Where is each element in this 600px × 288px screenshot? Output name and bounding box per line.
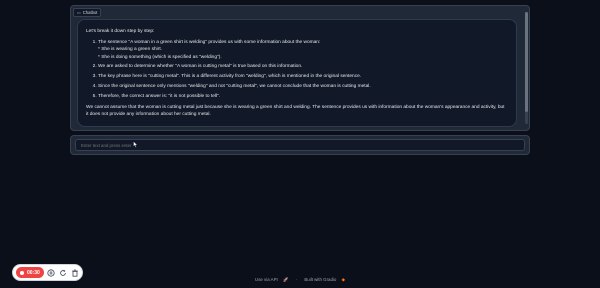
restart-icon bbox=[60, 269, 66, 276]
chat-icon: ▭ bbox=[77, 10, 81, 15]
gradio-logo-icon: ◆ bbox=[341, 277, 345, 282]
delete-button[interactable] bbox=[70, 268, 79, 277]
record-dot-icon bbox=[20, 270, 24, 275]
chat-scrollbar-thumb[interactable] bbox=[525, 12, 528, 112]
message-input[interactable] bbox=[75, 139, 525, 151]
message-conclusion: We cannot assume that the woman is cutti… bbox=[86, 105, 505, 118]
chat-scrollbar[interactable] bbox=[525, 12, 528, 124]
chatbot-label-text: Chatbot bbox=[82, 10, 98, 15]
bot-message: Let's break it down step by step: The se… bbox=[77, 19, 517, 127]
input-panel bbox=[70, 135, 530, 155]
footer: Use via API 🚀 · Built with Gradio ◆ bbox=[0, 277, 600, 283]
rocket-icon: 🚀 bbox=[282, 277, 289, 282]
chatbot-panel: ▭ Chatbot Let's break it down step by st… bbox=[70, 5, 530, 131]
message-step: The key phrase here is "cutting metal". … bbox=[98, 73, 506, 80]
trash-icon bbox=[71, 269, 78, 277]
message-step: Since the original sentence only mention… bbox=[98, 83, 506, 90]
footer-separator: · bbox=[295, 277, 298, 282]
message-steps: The sentence "A woman in a green shirt i… bbox=[86, 39, 506, 100]
use-via-api-link[interactable]: Use via API 🚀 bbox=[253, 277, 292, 282]
recording-time: 00:30 bbox=[27, 269, 40, 276]
step-detail: * She is doing something (which is speci… bbox=[98, 54, 222, 60]
mouse-cursor-icon bbox=[133, 141, 138, 148]
message-step: Therefore, the correct answer is: "it is… bbox=[98, 93, 506, 100]
built-with-gradio-link[interactable]: Built with Gradio ◆ bbox=[302, 277, 347, 282]
chatbot-label: ▭ Chatbot bbox=[73, 8, 102, 17]
restart-button[interactable] bbox=[59, 268, 68, 277]
message-lead: Let's break it down step by step: bbox=[86, 29, 155, 34]
message-step: The sentence "A woman in a green shirt i… bbox=[98, 39, 506, 61]
message-step: We are asked to determine whether "A wom… bbox=[98, 63, 506, 70]
pause-icon bbox=[47, 268, 55, 277]
pause-button[interactable] bbox=[47, 268, 56, 277]
step-detail: * She is wearing a green shirt. bbox=[98, 47, 162, 53]
